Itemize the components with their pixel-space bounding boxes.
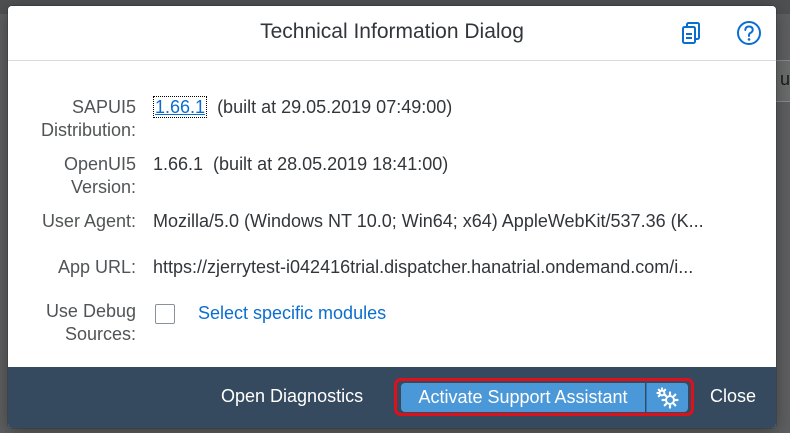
sapui5-distribution-value: 1.66.1 (built at 29.05.2019 07:49:00) [153,96,758,119]
gears-icon [655,386,679,409]
openui5-version-value: 1.66.1 (built at 28.05.2019 18:41:00) [153,154,449,174]
sapui5-distribution-label: SAPUI5 Distribution: [8,96,136,142]
app-url-label: App URL: [57,257,136,277]
help-icon [737,21,761,45]
debug-sources-label: Use Debug Sources: [8,300,136,346]
close-button[interactable]: Close [710,386,756,407]
dialog-header: Technical Information Dialog [8,6,776,61]
dialog-footer: Open Diagnostics Activate Support Assist… [8,367,776,428]
copy-icon [682,22,700,44]
user-agent-value: Mozilla/5.0 (Windows NT 10.0; Win64; x64… [153,211,704,231]
openui5-version-label: OpenUI5 Version: [8,153,136,199]
label-line: OpenUI5 [63,154,136,174]
app-url-value: https://zjerrytest-i042416trial.dispatch… [153,257,694,277]
technical-information-dialog: Technical Information Dialog SAPUI5 Dist… [8,6,776,428]
sapui5-version-link[interactable]: 1.66.1 [153,96,208,118]
activate-support-assistant-button[interactable]: Activate Support Assistant [401,383,645,412]
help-button[interactable] [734,18,764,48]
user-agent-label: User Agent: [41,211,136,231]
label-line: Version: [70,177,136,197]
label-line: Use Debug [45,301,136,321]
debug-sources-checkbox[interactable] [155,304,175,324]
label-line: SAPUI5 [71,97,136,117]
dialog-title: Technical Information Dialog [260,20,524,43]
label-line: Sources: [64,324,136,344]
copy-button[interactable] [676,18,706,48]
support-assistant-settings-button[interactable] [646,383,688,412]
sapui5-built-text: (built at 29.05.2019 07:49:00) [217,97,453,117]
open-diagnostics-button[interactable]: Open Diagnostics [221,386,363,407]
dialog-content: SAPUI5 Distribution: 1.66.1 (built at 29… [8,61,776,366]
select-specific-modules-link[interactable]: Select specific modules [198,302,386,325]
background-panel-text: ur [780,69,790,89]
label-line: Distribution: [40,120,136,140]
